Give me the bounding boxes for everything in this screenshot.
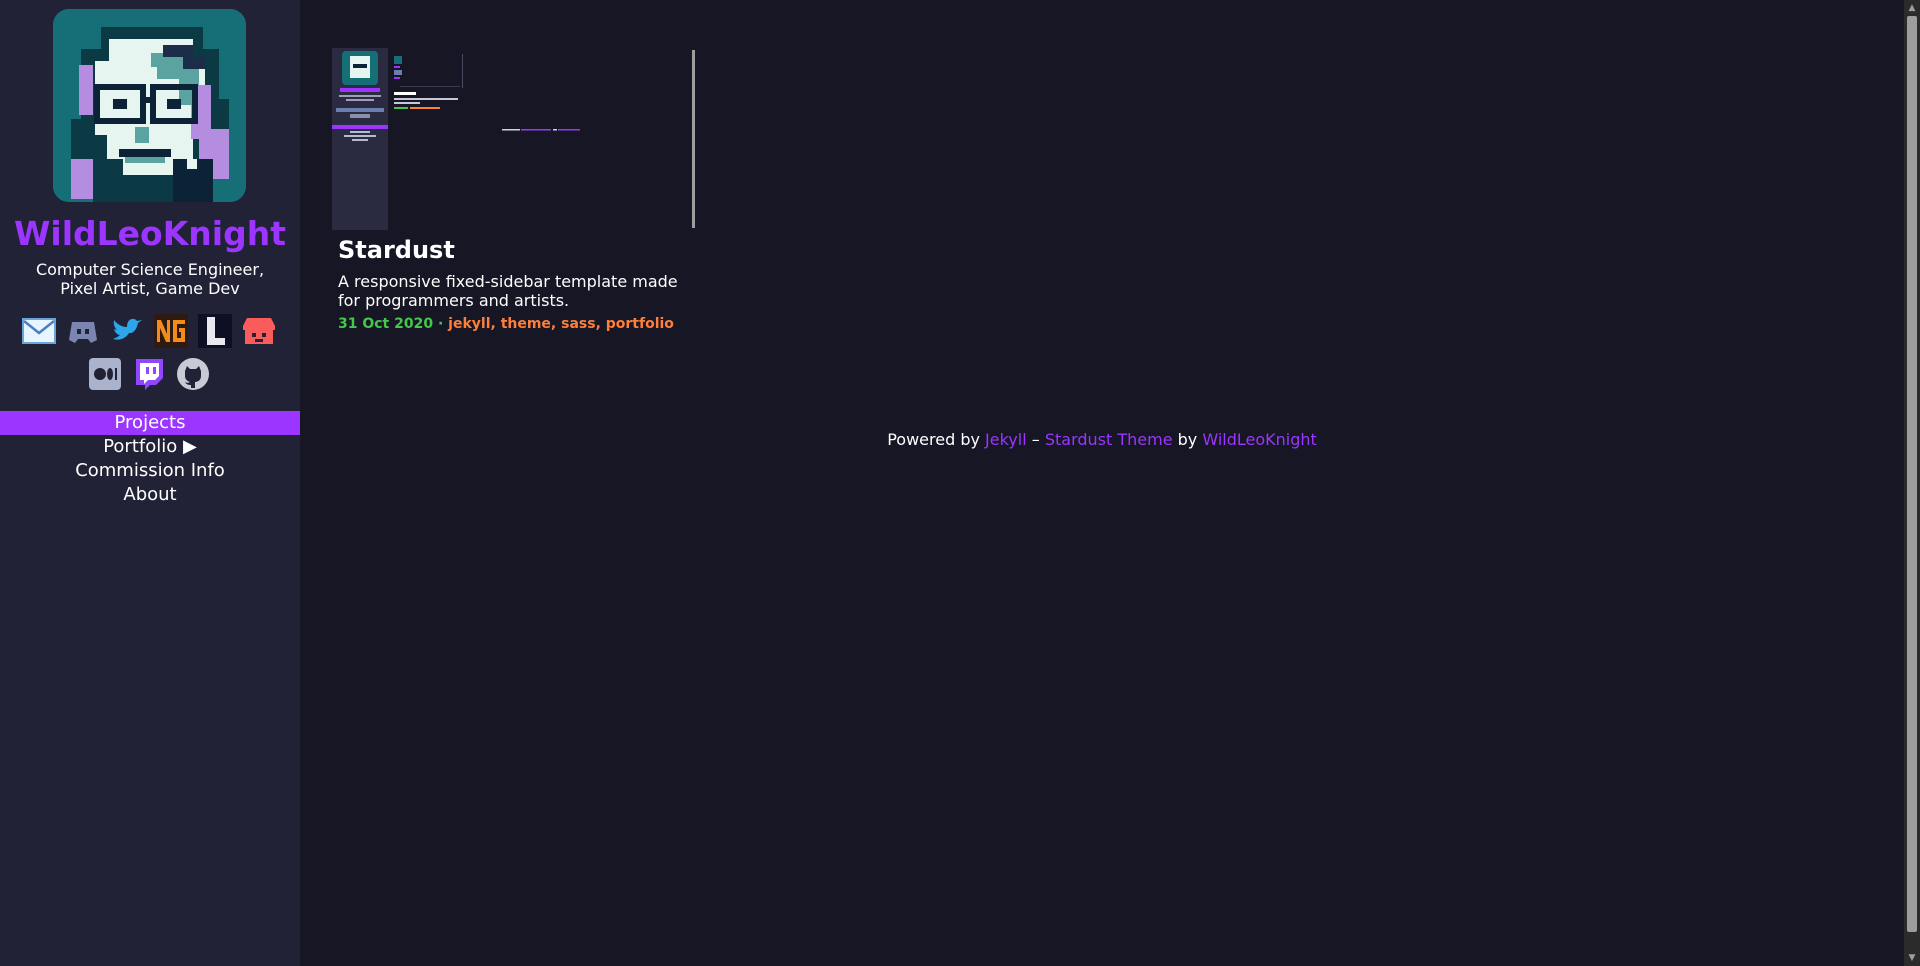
- scroll-down-arrow-icon[interactable]: ▼: [1904, 950, 1920, 966]
- medium-icon[interactable]: [88, 357, 122, 391]
- nav-item-portfolio[interactable]: Portfolio ▶: [0, 435, 300, 459]
- site-tagline: Computer Science Engineer, Pixel Artist,…: [35, 260, 265, 298]
- stardust-theme-link[interactable]: Stardust Theme: [1045, 430, 1173, 449]
- post-meta: 31 Oct 2020 · jekyll, theme, sass, portf…: [338, 316, 674, 332]
- footer-by: by: [1172, 430, 1203, 449]
- pixel-portrait-image: [53, 9, 246, 202]
- github-icon[interactable]: [176, 357, 210, 391]
- post-description: A responsive fixed-sidebar template made…: [338, 272, 678, 310]
- main-content: Stardust A responsive fixed-sidebar temp…: [300, 0, 1904, 966]
- post-meta-separator: ·: [433, 316, 449, 332]
- sidebar: WildLeoKnight Computer Science Engineer,…: [0, 0, 300, 966]
- twitter-icon[interactable]: [110, 314, 144, 348]
- lospec-icon[interactable]: [198, 314, 232, 348]
- author-link[interactable]: WildLeoKnight: [1202, 430, 1316, 449]
- newgrounds-icon[interactable]: [154, 314, 188, 348]
- nav-item-commission-info[interactable]: Commission Info: [0, 459, 300, 483]
- scroll-up-arrow-icon[interactable]: ▲: [1904, 0, 1920, 16]
- post-title[interactable]: Stardust: [338, 236, 455, 264]
- footer-prefix: Powered by: [887, 430, 986, 449]
- jekyll-link[interactable]: Jekyll: [985, 430, 1027, 449]
- vertical-scrollbar[interactable]: ▲ ▼: [1904, 0, 1920, 966]
- footer-dash: –: [1026, 430, 1045, 449]
- twitch-icon[interactable]: [132, 357, 166, 391]
- discord-icon[interactable]: [66, 314, 100, 348]
- sidebar-nav: Projects Portfolio ▶ Commission Info Abo…: [0, 411, 300, 507]
- footer: Powered by Jekyll – Stardust Theme by Wi…: [300, 430, 1904, 449]
- post-date: 31 Oct 2020: [338, 316, 434, 332]
- post-card[interactable]: Stardust A responsive fixed-sidebar temp…: [332, 48, 700, 332]
- avatar: [53, 9, 246, 202]
- site-title[interactable]: WildLeoKnight: [0, 212, 300, 256]
- post-thumbnail-screenshot: [332, 48, 695, 230]
- post-tags: jekyll, theme, sass, portfolio: [448, 316, 674, 332]
- itchio-icon[interactable]: [242, 314, 276, 348]
- nav-item-projects[interactable]: Projects: [0, 411, 300, 435]
- post-thumbnail[interactable]: [332, 48, 695, 230]
- nav-item-about[interactable]: About: [0, 483, 300, 507]
- scroll-thumb[interactable]: [1907, 16, 1917, 932]
- email-icon[interactable]: [22, 314, 56, 348]
